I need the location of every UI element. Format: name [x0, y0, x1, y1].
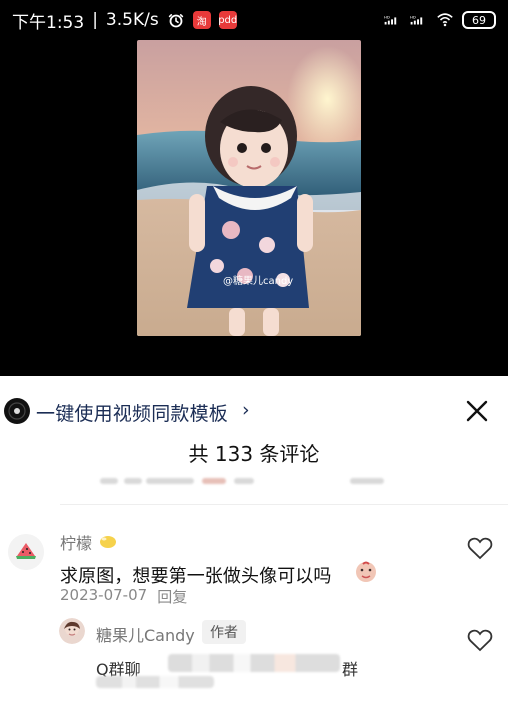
comments-panel: 一键使用视频同款模板 › 共 133 条评论 柠檬 求原图，想要第一张做头像可以… — [0, 376, 508, 706]
status-right: HD HD 69 — [384, 11, 496, 29]
wifi-icon — [436, 11, 454, 29]
taobao-badge-icon: 淘 — [192, 11, 211, 29]
video-thumbnail[interactable]: @糖果儿candy — [137, 40, 361, 336]
reply-blurred-text-2 — [96, 676, 214, 688]
video-frame-illustration: @糖果儿candy — [137, 40, 361, 336]
network-speed: 3.5K/s — [105, 10, 159, 30]
comment-count-title: 共 133 条评论 — [188, 442, 320, 466]
alarm-icon — [167, 11, 185, 29]
status-time: 下午1:53 — [12, 12, 85, 33]
blurred-previous-comment — [88, 473, 428, 489]
lemon-icon — [98, 534, 118, 550]
girl-avatar-icon[interactable] — [59, 618, 85, 644]
signal-icon-2: HD — [410, 11, 428, 29]
comment-text: 求原图，想要第一张做头像可以吗 — [60, 566, 332, 587]
status-left: 下午1:53 | 3.5K/s 淘 pdd — [12, 8, 237, 33]
comment-username[interactable]: 柠檬 — [60, 530, 92, 554]
face-sticker-icon — [354, 560, 378, 584]
heart-icon-reply[interactable] — [466, 626, 494, 654]
section-divider — [60, 504, 508, 505]
close-icon[interactable] — [464, 398, 490, 424]
pdd-badge-icon: pdd — [218, 11, 237, 29]
comment-date: 2023-07-07 — [60, 586, 148, 604]
author-badge: 作者 — [202, 620, 246, 644]
network-label-2: HD — [410, 15, 416, 20]
template-cta-label[interactable]: 一键使用视频同款模板 — [36, 399, 228, 426]
comment-meta: 2023-07-07 回复 — [60, 586, 187, 607]
reply-button[interactable]: 回复 — [157, 586, 187, 607]
video-area[interactable]: @糖果儿candy — [0, 40, 508, 376]
battery-icon: 69 — [462, 11, 496, 29]
template-cta-row[interactable]: 一键使用视频同款模板 › — [0, 394, 508, 428]
chevron-right-icon: › — [242, 399, 250, 421]
video-watermark: @糖果儿candy — [223, 274, 293, 287]
heart-icon[interactable] — [466, 534, 494, 562]
network-label-1: HD — [384, 15, 390, 20]
status-separator: | — [92, 10, 98, 30]
reply-username[interactable]: 糖果儿Candy — [96, 622, 195, 646]
disc-icon — [3, 397, 31, 425]
signal-icon: HD — [384, 11, 402, 29]
reply-blurred-text-1 — [168, 654, 340, 672]
watermelon-avatar-icon[interactable] — [8, 534, 44, 570]
status-bar: 下午1:53 | 3.5K/s 淘 pdd HD HD 69 — [0, 0, 508, 40]
reply-text-suffix: 群 — [342, 660, 359, 679]
